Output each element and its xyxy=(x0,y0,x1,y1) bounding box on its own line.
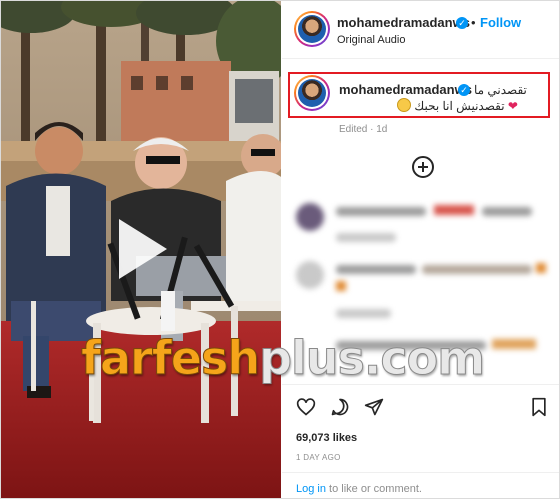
separator-dot: • xyxy=(471,15,476,30)
post-actions: 69,073 likes 1 DAY AGO Log in to like or… xyxy=(282,384,559,498)
blurred-comments xyxy=(296,199,546,350)
plus-circle-icon[interactable] xyxy=(412,156,434,178)
login-text: Log in to like or comment. xyxy=(296,483,422,495)
verified-badge-icon: ✓ xyxy=(456,17,468,29)
login-prompt: Log in to like or comment. xyxy=(282,472,559,498)
comment-icon[interactable] xyxy=(330,397,350,417)
verified-badge-icon: ✓ xyxy=(458,84,470,96)
grinning-emoji-icon xyxy=(397,98,411,112)
post-side-panel: mohamedramadanws ✓ • Follow Original Aud… xyxy=(282,1,559,498)
paper-plane-icon[interactable] xyxy=(364,397,384,417)
avatar[interactable] xyxy=(294,11,330,47)
video-media[interactable] xyxy=(1,1,281,498)
follow-button[interactable]: Follow xyxy=(480,15,521,30)
login-link[interactable]: Log in xyxy=(296,483,326,495)
likes-count[interactable]: 69,073 likes xyxy=(296,432,357,444)
audio-label[interactable]: Original Audio xyxy=(337,34,406,46)
heart-emoji-icon: ❤ xyxy=(507,99,518,113)
caption-username-link[interactable]: mohamedramadanws xyxy=(339,82,472,97)
post-date: 1 DAY AGO xyxy=(296,453,341,462)
play-icon[interactable] xyxy=(119,219,167,279)
login-rest: to like or comment. xyxy=(325,483,422,495)
caption-line-2-row: تقصدنيش انا بحبك ❤ xyxy=(397,98,518,113)
post-frame: mohamedramadanws ✓ • Follow Original Aud… xyxy=(0,0,560,499)
caption-avatar[interactable] xyxy=(294,75,330,111)
bookmark-icon[interactable] xyxy=(530,397,548,417)
caption-line-1: تقصدني ما xyxy=(474,83,527,97)
post-header: mohamedramadanws ✓ • Follow Original Aud… xyxy=(282,1,559,59)
heart-icon[interactable] xyxy=(296,397,316,417)
edited-label: Edited · 1d xyxy=(339,124,388,135)
username-link[interactable]: mohamedramadanws xyxy=(337,15,470,30)
caption-line-2: تقصدنيش انا بحبك xyxy=(414,99,505,113)
